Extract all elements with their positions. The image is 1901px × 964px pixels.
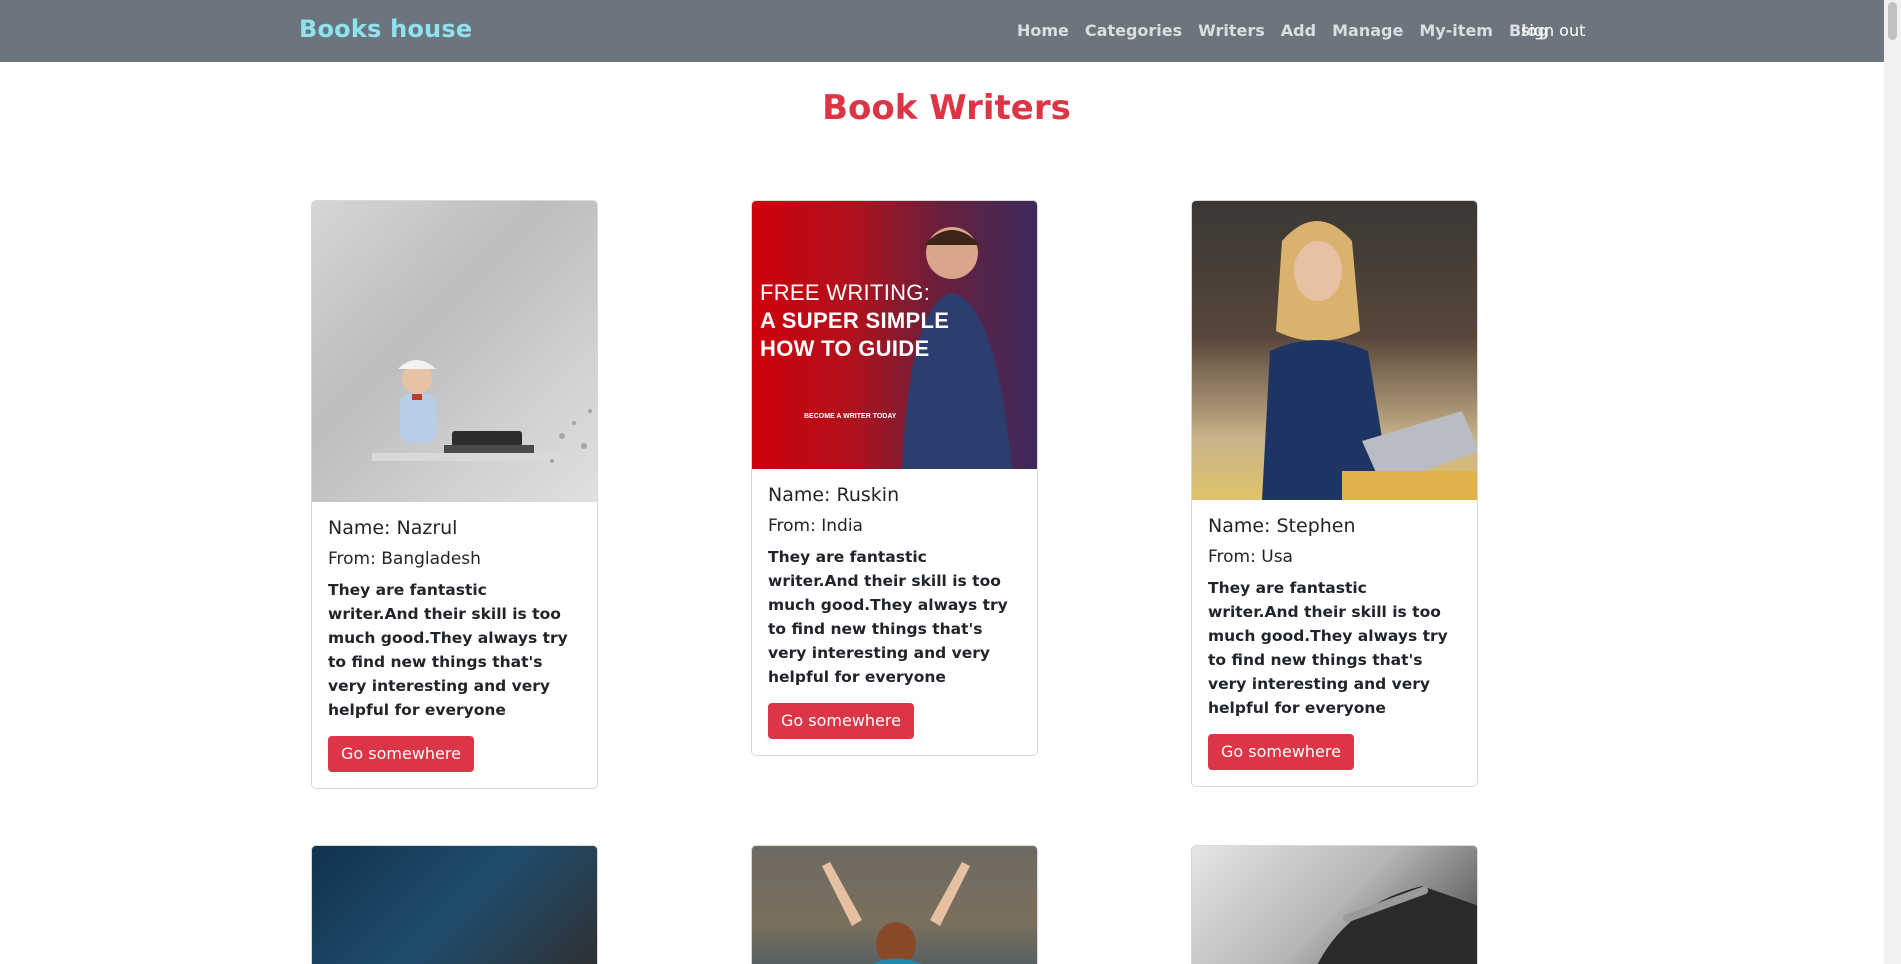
- sign-out-link[interactable]: sign out: [1521, 21, 1585, 40]
- writer-name: Name: Nazrul: [328, 517, 458, 539]
- writer-name: Name: Ruskin: [768, 484, 900, 506]
- writer-card: Name: Nazrul From: Bangladesh They are f…: [311, 200, 598, 789]
- promo-tagline: BECOME A WRITER TODAY: [804, 413, 897, 420]
- nav-home[interactable]: Home: [1017, 21, 1069, 40]
- promo-headline: FREE WRITING: A SUPER SIMPLE HOW TO GUID…: [760, 279, 949, 363]
- card-body: Name: Stephen From: Usa They are fantast…: [1192, 500, 1477, 786]
- nav-add[interactable]: Add: [1281, 21, 1316, 40]
- page-scrollbar[interactable]: [1884, 0, 1901, 964]
- navbar: Books house Home Categories Writers Add …: [0, 0, 1901, 62]
- card-body: Name: Ruskin From: India They are fantas…: [752, 469, 1037, 755]
- writer-origin: From: India: [768, 516, 863, 536]
- writer-photo: [312, 201, 597, 502]
- typewriter-writer-illustration: [372, 360, 592, 463]
- writer-photo: [1192, 846, 1477, 964]
- nav-links: Home Categories Writers Add Manage My-it…: [1017, 21, 1565, 40]
- writer-photo: FREE WRITING: A SUPER SIMPLE HOW TO GUID…: [752, 201, 1037, 469]
- writer-photo: [1192, 201, 1477, 500]
- go-somewhere-button[interactable]: Go somewhere: [1208, 734, 1354, 770]
- promo-line: A SUPER SIMPLE: [760, 308, 950, 333]
- hand-writing-illustration: [1317, 886, 1477, 964]
- writer-card: Name: Stephen From: Usa They are fantast…: [1191, 200, 1478, 787]
- promo-line: HOW TO GUIDE: [760, 336, 930, 361]
- writer-origin: From: Usa: [1208, 547, 1293, 567]
- card-body: Name: Nazrul From: Bangladesh They are f…: [312, 502, 597, 788]
- writer-card: FREE WRITING: A SUPER SIMPLE HOW TO GUID…: [751, 200, 1038, 756]
- brand-logo[interactable]: Books house: [299, 15, 472, 43]
- promo-line: FREE WRITING:: [760, 280, 931, 305]
- nav-categories[interactable]: Categories: [1085, 21, 1182, 40]
- scrollbar-thumb[interactable]: [1888, 2, 1897, 40]
- nav-manage[interactable]: Manage: [1332, 21, 1403, 40]
- writer-photo: [752, 846, 1037, 964]
- woman-laptop-illustration: [1262, 221, 1477, 500]
- writer-name: Name: Stephen: [1208, 515, 1356, 537]
- page-title: Book Writers: [822, 88, 1071, 128]
- writer-photo: [312, 846, 597, 964]
- nav-my-item[interactable]: My-item: [1419, 21, 1493, 40]
- writer-description: They are fantastic writer.And their skil…: [328, 581, 568, 719]
- writer-origin: From: Bangladesh: [328, 549, 481, 569]
- go-somewhere-button[interactable]: Go somewhere: [328, 736, 474, 772]
- writer-card: [311, 845, 598, 964]
- go-somewhere-button[interactable]: Go somewhere: [768, 703, 914, 739]
- writer-card: [1191, 845, 1478, 964]
- celebrating-person-illustration: [822, 862, 970, 964]
- writer-description: They are fantastic writer.And their skil…: [768, 548, 1008, 686]
- writer-card: [751, 845, 1038, 964]
- writer-description: They are fantastic writer.And their skil…: [1208, 579, 1448, 717]
- nav-writers[interactable]: Writers: [1198, 21, 1265, 40]
